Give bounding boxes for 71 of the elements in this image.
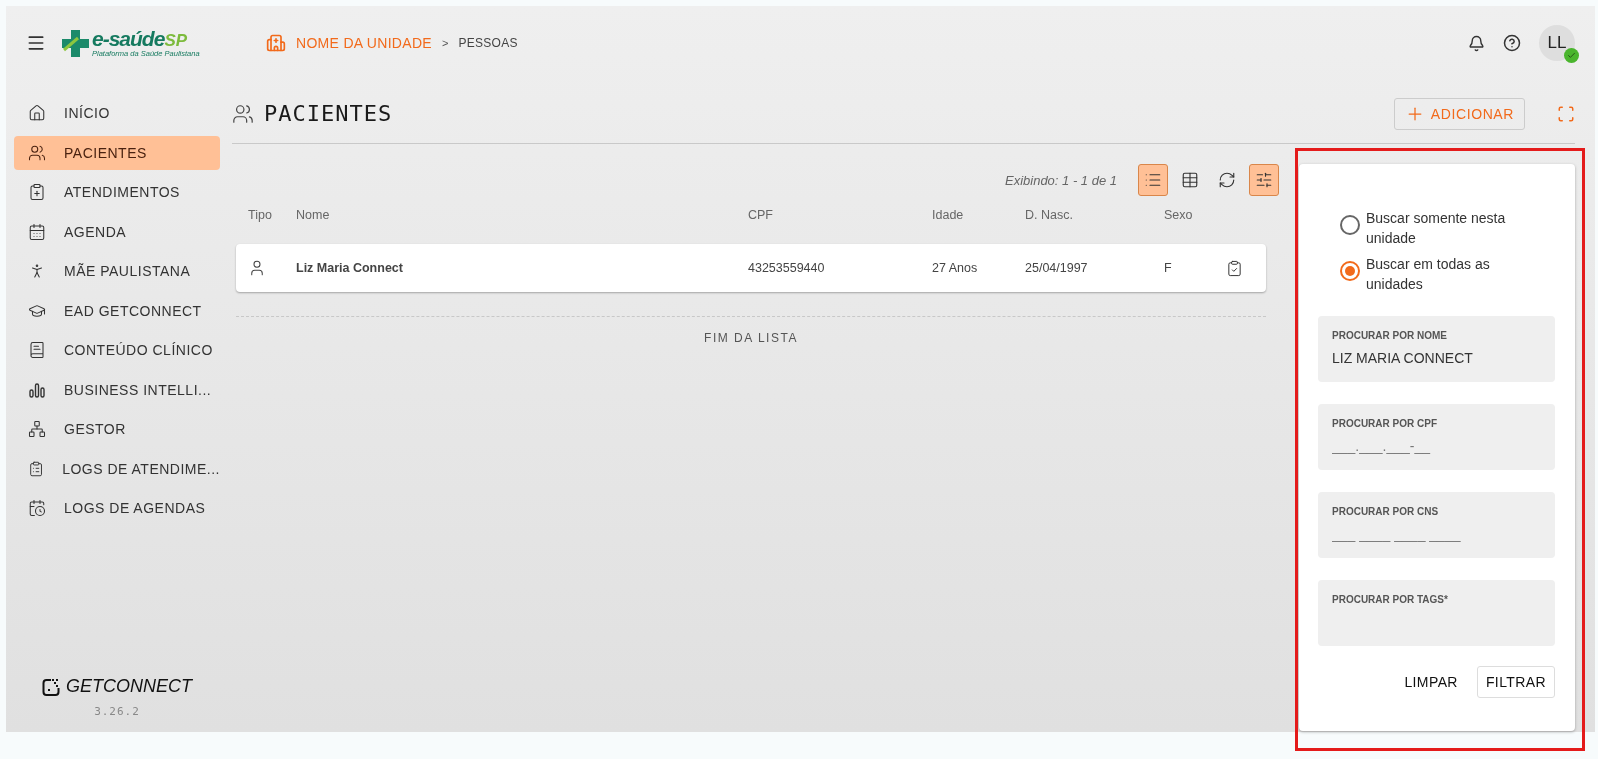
field-label: PROCURAR POR CPF xyxy=(1332,418,1438,429)
sidebar-item[interactable]: LOGS DE AGENDAS xyxy=(14,491,220,525)
breadcrumb-separator: > xyxy=(441,37,449,49)
column-header: Nome xyxy=(296,208,331,222)
sidebar-item[interactable]: LOGS DE ATENDIME... xyxy=(14,451,220,486)
field-label: PROCURAR POR CNS xyxy=(1332,506,1440,517)
hospital-icon xyxy=(266,33,286,53)
brand-region: SP xyxy=(164,31,188,51)
text-input[interactable]: ___ ____ ____ ____ xyxy=(1332,524,1541,544)
book-icon xyxy=(28,341,46,359)
column-header: D. Nasc. xyxy=(1025,208,1074,222)
people-icon xyxy=(232,102,254,125)
list-icon xyxy=(1144,171,1162,189)
hierarchy-icon xyxy=(28,420,46,438)
column-header: CPF xyxy=(748,208,774,222)
breadcrumb-current: PESSOAS xyxy=(458,36,518,50)
table-cell-text: 27 Anos xyxy=(932,261,979,275)
chip-logo-icon xyxy=(42,676,62,697)
house-icon xyxy=(28,104,46,122)
help-button[interactable] xyxy=(1503,34,1521,52)
sidebar-item[interactable]: EAD GETCONNECT xyxy=(14,293,220,328)
list-view-button[interactable] xyxy=(1138,164,1168,196)
app-version: 3.26.2 xyxy=(94,705,140,718)
sidebar-item[interactable]: AGENDA xyxy=(14,214,220,249)
field-label: PROCURAR POR NOME xyxy=(1332,330,1448,341)
sidebar-item[interactable]: MÃE PAULISTANA xyxy=(14,254,220,288)
table-cell-text: 43253559440 xyxy=(748,261,826,275)
column-header: Tipo xyxy=(248,208,273,222)
clipboard-icon xyxy=(28,459,45,478)
sidebar-item[interactable]: BUSINESS INTELLI... xyxy=(14,372,220,407)
calendar-clock-icon xyxy=(28,499,46,517)
calendar-icon xyxy=(28,222,46,241)
menu-button[interactable] xyxy=(26,33,46,53)
radio-option[interactable]: Buscar em todas as unidades xyxy=(1318,254,1555,294)
refresh-icon xyxy=(1218,171,1236,189)
fullscreen-button[interactable] xyxy=(1557,104,1575,123)
text-input[interactable]: ___.___.___-__ xyxy=(1332,436,1541,456)
table-cell-text: Liz Maria Connect xyxy=(296,261,404,275)
sidebar-item[interactable]: PACIENTES xyxy=(14,135,220,170)
sliders-icon xyxy=(1255,171,1273,189)
brand-name: e-saúde xyxy=(92,27,165,51)
end-of-list-text: FIM DA LISTA xyxy=(704,331,798,345)
patient-row[interactable]: Liz Maria Connect 43253559440 27 Anos 25/04/1997 F xyxy=(236,244,1266,292)
notification-bell-button[interactable] xyxy=(1468,34,1485,52)
getconnect-logo: GETCONNECT xyxy=(66,676,192,697)
table-cell-text: F xyxy=(1164,261,1173,275)
column-header: Idade xyxy=(932,208,965,222)
clipboard-plus-icon xyxy=(28,183,46,201)
radio-option[interactable]: Buscar somente nesta unidade xyxy=(1318,208,1555,248)
sidebar-item[interactable]: GESTOR xyxy=(14,412,220,446)
text-input[interactable]: LIZ MARIA CONNECT xyxy=(1332,348,1541,368)
person-icon xyxy=(248,259,266,277)
table-icon xyxy=(1181,171,1199,189)
search-field[interactable]: PROCURAR POR CPF ___.___.___-__ xyxy=(1318,404,1555,470)
column-header: Sexo xyxy=(1164,208,1194,222)
result-count: Exibindo: 1 - 1 de 1 xyxy=(1004,172,1117,188)
sidebar-item[interactable]: CONTEÚDO CLÍNICO xyxy=(14,333,220,367)
search-field[interactable]: PROCURAR POR TAGS* xyxy=(1318,580,1555,646)
filter-view-button[interactable] xyxy=(1249,164,1279,196)
sidebar-item[interactable]: INÍCIO xyxy=(14,96,220,130)
clipboard-check-icon xyxy=(1225,259,1243,277)
field-label: PROCURAR POR TAGS* xyxy=(1332,594,1449,605)
page-title: PACIENTES xyxy=(264,101,393,126)
bar-chart-icon xyxy=(28,380,46,399)
cross-logo-icon xyxy=(60,28,90,58)
sidebar-item[interactable]: ATENDIMENTOS xyxy=(14,175,220,209)
table-cell-text: 25/04/1997 xyxy=(1025,261,1089,275)
search-field[interactable]: PROCURAR POR NOME LIZ MARIA CONNECT xyxy=(1318,316,1555,382)
people-icon xyxy=(28,143,46,162)
search-field[interactable]: PROCURAR POR CNS ___ ____ ____ ____ xyxy=(1318,492,1555,558)
filter-button[interactable]: FILTRAR xyxy=(1476,666,1555,698)
